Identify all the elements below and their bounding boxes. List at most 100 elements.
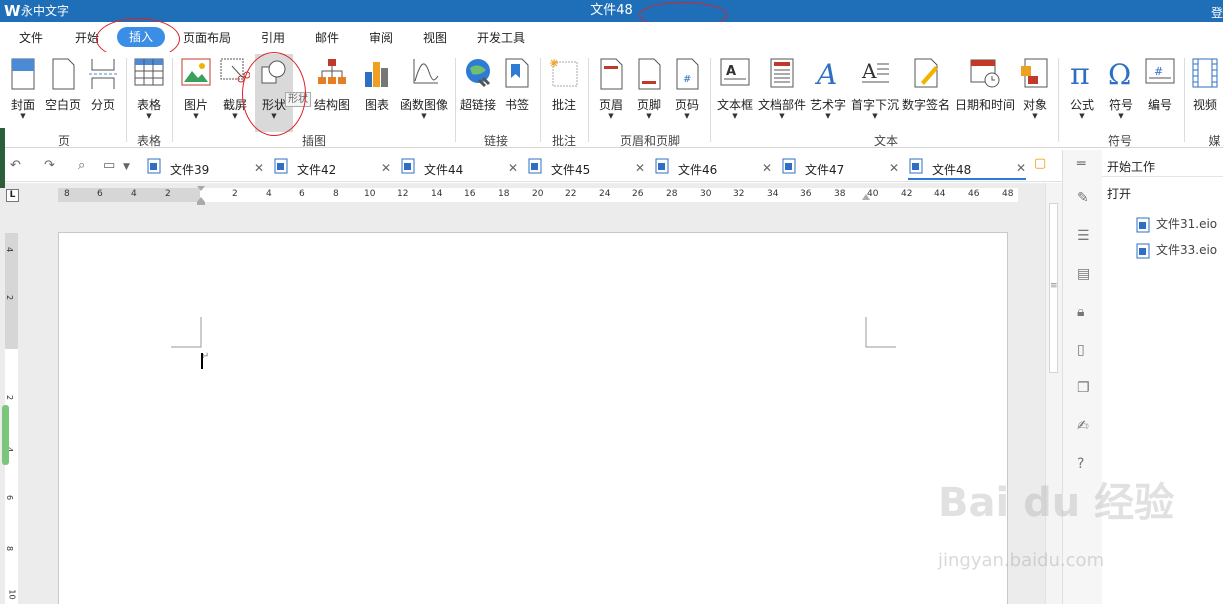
numbering-icon: #	[1145, 58, 1175, 84]
close-tab-icon[interactable]: ✕	[762, 161, 772, 175]
print-preview-icon[interactable]: ⌕	[78, 158, 85, 173]
scroll-grip-icon: ≡	[1050, 281, 1058, 291]
object-button[interactable]: 对象 ▼	[1018, 54, 1052, 132]
cover-button[interactable]: 封面 ▼	[6, 54, 40, 132]
hyperlink-button[interactable]: 超链接	[458, 54, 498, 132]
bookmark-button[interactable]: 书签	[500, 54, 534, 132]
login-stub[interactable]: 登	[1211, 4, 1223, 21]
svg-text:#: #	[683, 74, 691, 85]
menu-mail[interactable]: 邮件	[314, 29, 340, 47]
document-icon	[401, 158, 415, 174]
menu-developer[interactable]: 开发工具	[476, 29, 526, 47]
right-indent-marker-icon[interactable]	[862, 194, 870, 202]
dropcap-button[interactable]: A 首字下沉 ▼	[850, 54, 900, 132]
scissors-icon	[220, 58, 250, 83]
menu-home[interactable]: 开始	[74, 29, 100, 47]
group-header-footer-label: 页眉和页脚	[619, 134, 680, 148]
comment-button[interactable]: 批注	[546, 54, 582, 132]
group-symbol-label: 符号	[1107, 134, 1132, 148]
menu-page-layout[interactable]: 页面布局	[182, 29, 232, 47]
redo-icon[interactable]: ↷	[44, 158, 55, 173]
document-canvas: ↵	[22, 205, 1045, 604]
group-page-label: 页	[57, 134, 70, 148]
sliders-icon[interactable]: ☰	[1077, 228, 1090, 244]
open-link[interactable]: 打开	[1107, 185, 1131, 202]
doc-tab[interactable]: 文件39 ✕	[146, 154, 264, 180]
new-tab-icon[interactable]: ▢	[1034, 156, 1046, 171]
menu-references[interactable]: 引用	[260, 29, 286, 47]
video-button[interactable]: 视频	[1188, 54, 1222, 132]
doc-tab[interactable]: 文件46 ✕	[654, 154, 772, 180]
close-tab-icon[interactable]: ✕	[889, 161, 899, 175]
edit-icon[interactable]: ✍	[1077, 418, 1089, 434]
page-number-button[interactable]: # 页码 ▼	[670, 54, 704, 132]
panel-menu-icon[interactable]: ═	[1077, 156, 1085, 172]
picture-button[interactable]: 图片 ▼	[178, 54, 214, 132]
formula-button[interactable]: π 公式 ▼	[1064, 54, 1100, 132]
quick-access-dropdown-icon[interactable]: ▼	[123, 162, 130, 172]
lock-icon[interactable]: 🔒︎	[1077, 304, 1084, 320]
symbol-button[interactable]: Ω 符号 ▼	[1104, 54, 1138, 132]
table-button[interactable]: 表格 ▼	[132, 54, 166, 132]
group-media-label: 媒	[1208, 134, 1221, 148]
group-table-label: 表格	[136, 134, 161, 148]
save-icon[interactable]: ▭	[103, 158, 115, 173]
chart-button[interactable]: 图表	[360, 54, 394, 132]
doc-tab[interactable]: 文件45 ✕	[527, 154, 645, 180]
header-button[interactable]: 页眉 ▼	[594, 54, 628, 132]
numbering-button[interactable]: # 编号	[1142, 54, 1178, 132]
menu-view[interactable]: 视图	[422, 29, 448, 47]
document-icon	[528, 158, 542, 174]
menu-file[interactable]: 文件	[18, 29, 44, 47]
blank-page-icon	[52, 58, 75, 90]
page-break-button[interactable]: 分页	[86, 54, 120, 132]
vertical-scrollbar[interactable]: ≡	[1045, 183, 1062, 604]
close-tab-icon[interactable]: ✕	[508, 161, 518, 175]
close-tab-icon[interactable]: ✕	[254, 161, 264, 175]
doc-tab[interactable]: 文件44 ✕	[400, 154, 518, 180]
wordart-button[interactable]: A 艺术字 ▼	[808, 54, 848, 132]
svg-text:π: π	[1070, 58, 1090, 88]
doc-tab-active[interactable]: 文件48 ✕	[908, 154, 1026, 180]
clipboard-icon[interactable]: ▯	[1077, 342, 1085, 358]
structure-chart-button[interactable]: 结构图	[306, 54, 358, 132]
function-graph-icon	[413, 59, 439, 84]
page-number-icon: #	[676, 58, 699, 90]
tab-stop-selector[interactable]: L	[6, 189, 19, 202]
menu-insert[interactable]: 插入	[117, 27, 166, 47]
styles-icon[interactable]: ▤	[1077, 266, 1090, 282]
datetime-button[interactable]: 日期和时间	[953, 54, 1017, 132]
pi-icon: π	[1070, 58, 1090, 88]
close-tab-icon[interactable]: ✕	[1016, 161, 1026, 175]
digital-signature-button[interactable]: 数字签名	[901, 54, 951, 132]
margin-corner-top-right	[865, 317, 896, 348]
footer-button[interactable]: 页脚 ▼	[632, 54, 666, 132]
horizontal-ruler[interactable]: L 8 6 4 2 2 4 6 8 10 12 14 16 18 20 22 2…	[0, 183, 1045, 207]
function-graph-button[interactable]: 函数图像 ▼	[397, 54, 451, 132]
shape-icon	[261, 60, 286, 84]
indent-marker-icon[interactable]	[196, 185, 206, 207]
menu-review[interactable]: 审阅	[368, 29, 394, 47]
blank-page-button[interactable]: 空白页	[44, 54, 82, 132]
textbox-button[interactable]: A 文本框 ▼	[716, 54, 754, 132]
doc-tab[interactable]: 文件47 ✕	[781, 154, 899, 180]
copy-icon[interactable]: ❐	[1077, 380, 1090, 396]
comment-icon	[550, 59, 578, 87]
textbox-icon: A	[720, 58, 750, 86]
undo-icon[interactable]: ↶	[10, 158, 21, 173]
margin-corner-top-left	[171, 317, 202, 348]
svg-text:A: A	[814, 58, 837, 88]
document-page[interactable]: ↵	[58, 232, 1008, 604]
doc-tab[interactable]: 文件42 ✕	[273, 154, 391, 180]
pencil-icon[interactable]: ✎	[1077, 190, 1089, 206]
close-tab-icon[interactable]: ✕	[635, 161, 645, 175]
screenshot-button[interactable]: 截屏 ▼	[218, 54, 252, 132]
globe-link-icon	[466, 59, 491, 88]
close-tab-icon[interactable]: ✕	[381, 161, 391, 175]
left-scroll-indicator[interactable]	[2, 405, 9, 465]
recent-file[interactable]: 文件31.eio	[1136, 215, 1217, 233]
watermark-url: jingyan.baidu.com	[938, 550, 1105, 571]
recent-file[interactable]: 文件33.eio	[1136, 241, 1217, 259]
doc-part-button[interactable]: 文档部件 ▼	[757, 54, 807, 132]
header-icon	[600, 58, 623, 90]
